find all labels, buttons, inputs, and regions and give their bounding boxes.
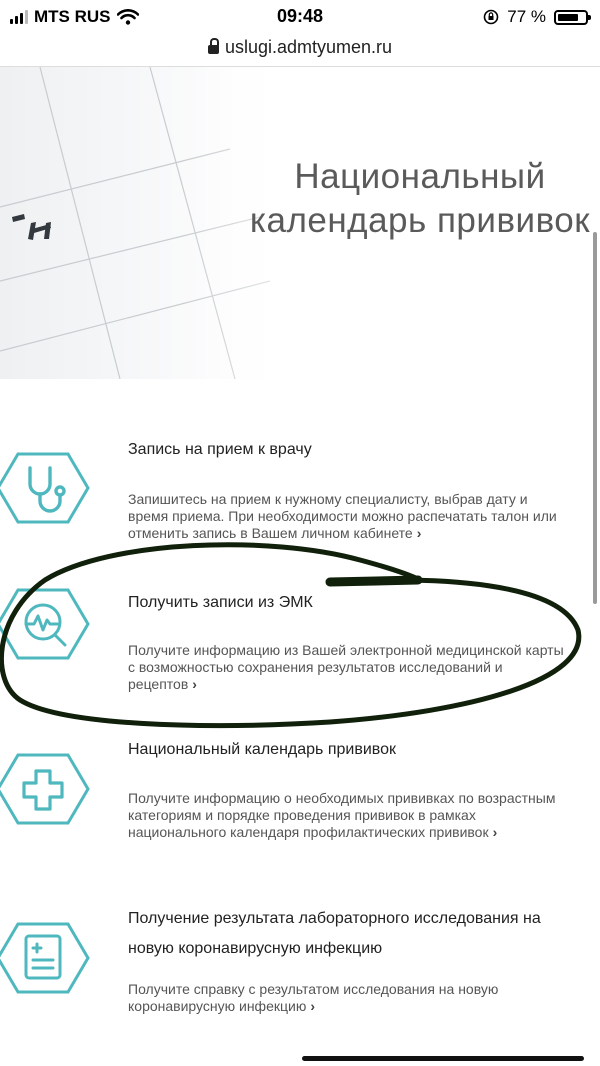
- battery-fill: [558, 13, 578, 21]
- home-indicator[interactable]: [302, 1056, 584, 1061]
- battery-percent: 77 %: [507, 7, 546, 26]
- orientation-lock-icon: [483, 9, 499, 25]
- service-title[interactable]: Национальный календарь прививок: [128, 735, 573, 765]
- service-title[interactable]: Получение результата лабораторного иссле…: [128, 904, 573, 964]
- chevron-right-icon[interactable]: ›: [310, 998, 315, 1014]
- service-title[interactable]: Запись на прием к врачу: [128, 435, 573, 465]
- hand-drawn-annotation-circle: [0, 542, 582, 729]
- service-description-text: Получите информацию о необходимых привив…: [128, 790, 556, 840]
- service-description-text: Запишитесь на прием к нужному специалист…: [128, 491, 557, 541]
- lab-report-icon: [0, 922, 90, 994]
- medical-cross-icon: [0, 753, 90, 825]
- battery-icon: [554, 9, 591, 25]
- status-bar: MTS RUS 09:48 77 %: [0, 0, 600, 32]
- scrollbar[interactable]: [593, 232, 597, 604]
- chevron-right-icon[interactable]: ›: [417, 525, 422, 541]
- stethoscope-icon: [0, 452, 90, 524]
- status-right: 77 %: [483, 7, 591, 27]
- hero-title: Национальный календарь прививок: [240, 155, 600, 243]
- hero-banner: Национальный календарь прививок: [0, 67, 600, 379]
- service-title[interactable]: Получить записи из ЭМК: [128, 588, 573, 618]
- chevron-right-icon[interactable]: ›: [493, 824, 498, 840]
- chevron-right-icon[interactable]: ›: [192, 676, 197, 692]
- heartbeat-magnifier-icon: [0, 588, 90, 660]
- lock-icon: [207, 37, 219, 54]
- service-description[interactable]: Получите информацию о необходимых привив…: [128, 790, 568, 841]
- hero-title-line1: Национальный: [294, 157, 546, 196]
- url-text: uslugi.admtyumen.ru: [224, 36, 393, 57]
- address-bar[interactable]: uslugi.admtyumen.ru: [0, 33, 600, 61]
- service-description[interactable]: Получите справку с результатом исследова…: [128, 981, 568, 1015]
- hero-title-line2: календарь прививок: [249, 201, 591, 240]
- service-description[interactable]: Запишитесь на прием к нужному специалист…: [128, 491, 568, 542]
- service-description[interactable]: Получите информацию из Вашей электронной…: [128, 642, 568, 693]
